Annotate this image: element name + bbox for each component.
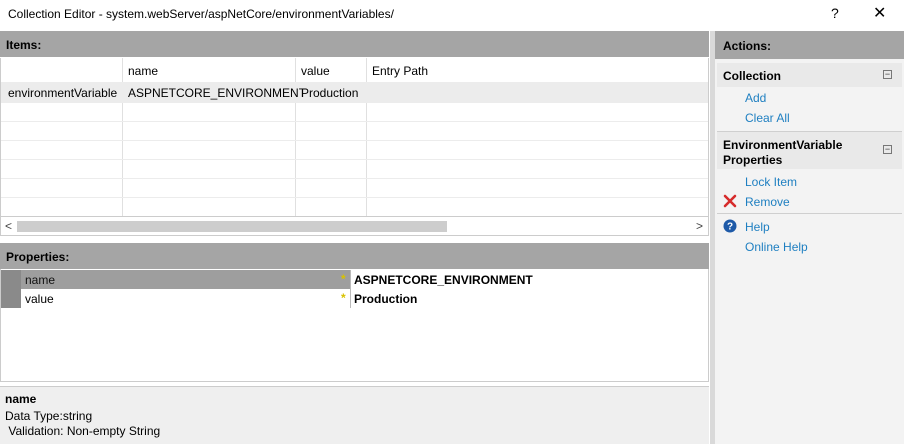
column-header-name[interactable]: name — [128, 64, 158, 78]
cell-name[interactable]: ASPNETCORE_ENVIRONMENT — [128, 86, 306, 100]
window-title: Collection Editor - system.webServer/asp… — [8, 7, 394, 21]
property-value[interactable]: Production — [350, 289, 709, 308]
description-data-type: Data Type:string — [5, 409, 93, 423]
remove-icon — [723, 194, 737, 208]
property-name: name — [25, 273, 56, 287]
scroll-thumb[interactable] — [17, 221, 447, 232]
help-icon: ? — [723, 219, 737, 233]
property-name: value — [25, 292, 54, 306]
help-link[interactable]: Help — [745, 220, 770, 234]
cell-type[interactable]: environmentVariable — [8, 86, 117, 100]
svg-text:?: ? — [727, 222, 733, 233]
properties-header: Properties: — [0, 243, 709, 269]
property-value[interactable]: ASPNETCORE_ENVIRONMENT — [350, 270, 709, 289]
title-bar: Collection Editor - system.webServer/asp… — [0, 0, 904, 30]
actions-header: Actions: — [715, 31, 904, 59]
description-validation: Validation: Non-empty String — [5, 424, 161, 438]
property-row-value[interactable]: value * Production — [1, 289, 709, 308]
column-header-entry-path[interactable]: Entry Path — [372, 64, 428, 78]
scroll-right-icon[interactable]: > — [696, 219, 703, 233]
actions-pane: Actions: Collection − Add Clear All Envi… — [715, 31, 904, 444]
horizontal-scrollbar[interactable]: < > — [0, 216, 709, 236]
cell-value[interactable]: Production — [301, 86, 358, 100]
collection-section[interactable]: Collection − — [717, 63, 902, 87]
close-icon[interactable]: ✕ — [873, 3, 886, 23]
required-marker: * — [341, 272, 346, 286]
help-question-icon[interactable]: ? — [831, 5, 839, 21]
description-title: name — [5, 392, 37, 406]
collapse-icon[interactable]: − — [883, 145, 892, 154]
description-pane: name Data Type:string Validation: Non-em… — [0, 386, 709, 444]
section-title: EnvironmentVariable Properties — [723, 138, 843, 167]
items-header: Items: — [0, 31, 709, 57]
section-title: Collection — [723, 69, 782, 83]
remove-link[interactable]: Remove — [745, 195, 790, 209]
items-grid: name value Entry Path environmentVariabl… — [0, 58, 709, 216]
lock-item-link[interactable]: Lock Item — [745, 175, 797, 189]
add-link[interactable]: Add — [745, 91, 766, 105]
column-header-value[interactable]: value — [301, 64, 330, 78]
property-row-name[interactable]: name * ASPNETCORE_ENVIRONMENT — [1, 270, 709, 289]
scroll-left-icon[interactable]: < — [5, 219, 12, 233]
clear-all-link[interactable]: Clear All — [745, 111, 790, 125]
required-marker: * — [341, 291, 346, 305]
online-help-link[interactable]: Online Help — [745, 240, 808, 254]
env-properties-section[interactable]: EnvironmentVariable Properties − — [717, 132, 902, 169]
properties-grid: name * ASPNETCORE_ENVIRONMENT value * Pr… — [0, 269, 709, 382]
collapse-icon[interactable]: − — [883, 70, 892, 79]
